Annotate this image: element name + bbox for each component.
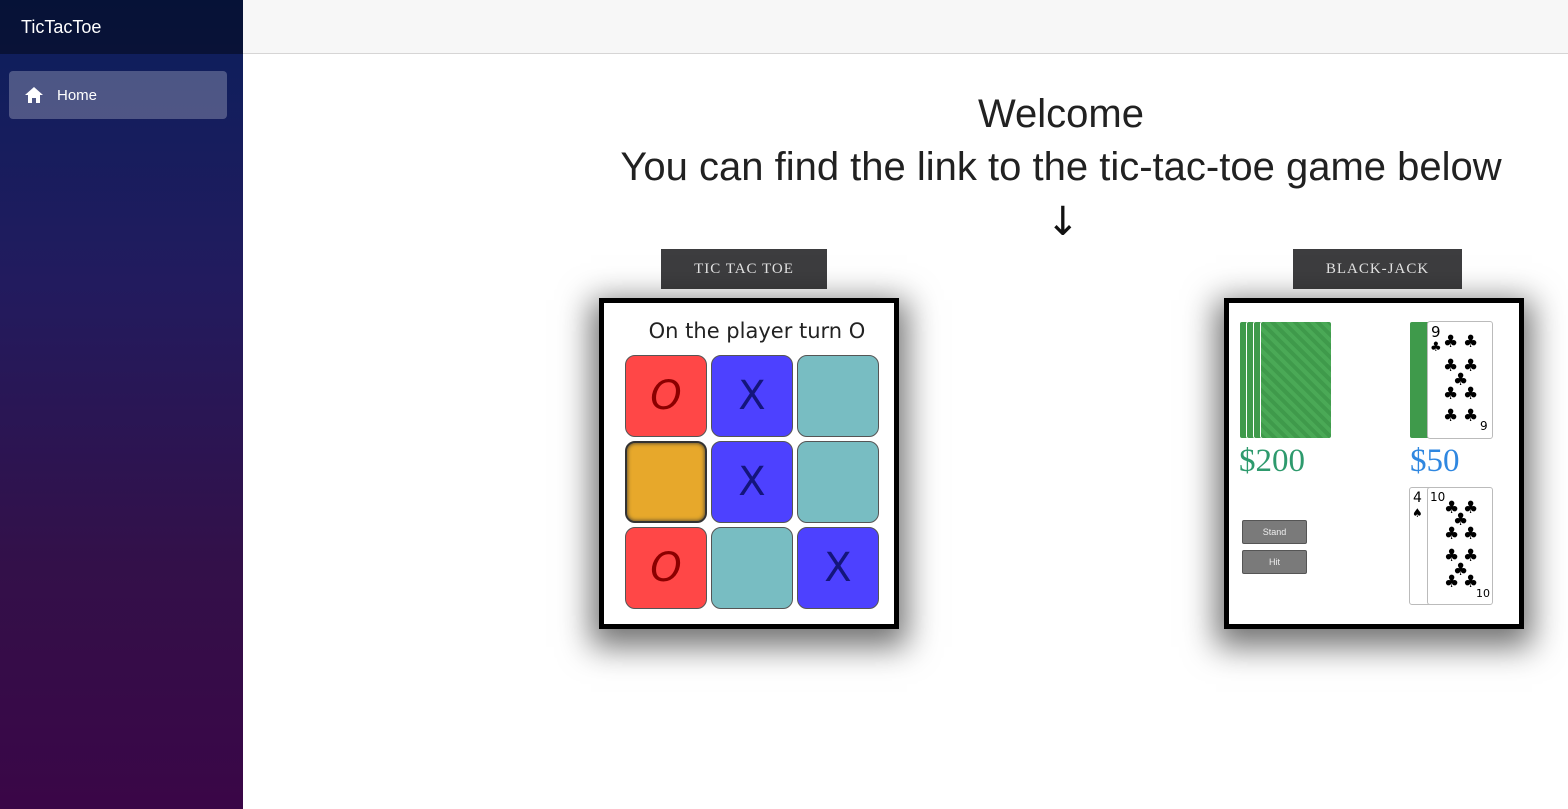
club-icon: ♣ [1463,524,1479,544]
tic-tac-toe-button[interactable]: TIC TAC TOE [661,249,827,289]
board-cell: O [625,527,707,609]
board-cell: O [625,355,707,437]
club-icon: ♣ [1463,384,1479,404]
card-rank: 9 [1431,323,1441,341]
stand-button: Stand [1242,520,1307,544]
card-rank: 9 [1480,419,1488,433]
board-cell: X [797,527,879,609]
ten-of-clubs-card: 10 ♣ ♣ ♣ ♣ ♣ ♣ ♣ ♣ ♣ ♣ 10 [1427,487,1493,605]
black-jack-preview[interactable]: $200 Stand Hit 9 ♣ ♣ ♣ ♣ ♣ ♣ ♣ ♣ ♣ ♣ 9 $… [1224,298,1524,629]
sidebar: TicTacToe Home [0,0,243,809]
club-icon: ♣ [1444,524,1460,544]
club-icon: ♣ [1463,406,1479,426]
board-cell [625,441,707,523]
down-arrow-icon: ↓ [1046,199,1080,245]
app-brand[interactable]: TicTacToe [21,17,101,38]
board-cell [797,355,879,437]
club-icon: ♣ [1444,572,1460,592]
spade-icon: ♠ [1412,506,1423,520]
black-jack-button[interactable]: BLACK-JACK [1293,249,1462,289]
top-bar [243,0,1568,54]
right-amount: $50 [1410,443,1460,479]
sidebar-item-home[interactable]: Home [9,71,227,119]
hit-button: Hit [1242,550,1307,574]
card-rank: 10 [1476,587,1490,600]
club-icon: ♣ [1443,406,1459,426]
card-rank: 10 [1430,490,1446,504]
tic-tac-toe-preview[interactable]: On the player turn O O X X O X [599,298,899,629]
home-icon [25,87,43,103]
board-cell: X [711,441,793,523]
brand-bar: TicTacToe [0,0,243,54]
club-icon: ♣ [1430,340,1442,355]
board-cell [711,527,793,609]
club-icon: ♣ [1463,332,1479,352]
page-title: Welcome [978,92,1144,136]
sidebar-item-label: Home [57,86,98,104]
turn-indicator: On the player turn O [648,319,866,343]
nine-of-clubs-card: 9 ♣ ♣ ♣ ♣ ♣ ♣ ♣ ♣ ♣ ♣ 9 [1427,321,1493,439]
board-cell [797,441,879,523]
club-icon: ♣ [1443,332,1459,352]
board-cell: X [711,355,793,437]
page-subtitle: You can find the link to the tic-tac-toe… [620,145,1502,189]
card-back [1260,321,1332,439]
left-amount: $200 [1239,443,1305,479]
card-rank: 4 [1413,490,1422,506]
club-icon: ♣ [1443,384,1459,404]
